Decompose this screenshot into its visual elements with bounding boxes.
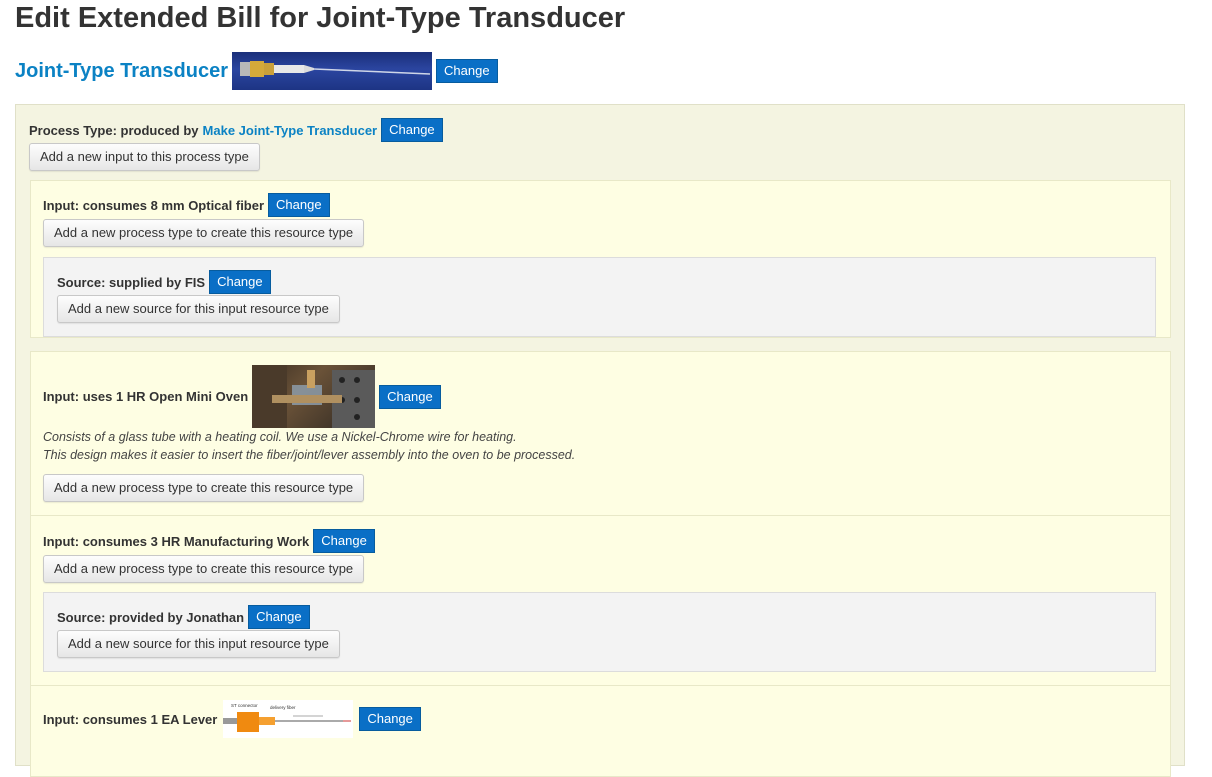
resource-photo[interactable] [232, 52, 433, 90]
source-label: Source: provided by Jonathan [57, 609, 245, 625]
diagram-label: delivery fiber [270, 705, 296, 710]
process-type-label: Process Type: produced by [29, 122, 199, 138]
lever-diagram[interactable]: ST connector delivery fiber [223, 700, 354, 738]
description-line: Consists of a glass tube with a heating … [43, 430, 517, 444]
change-input-button[interactable]: Change [359, 707, 421, 731]
add-source-button[interactable]: Add a new source for this input resource… [57, 295, 340, 323]
change-input-button[interactable]: Change [313, 529, 375, 553]
change-source-button[interactable]: Change [248, 605, 310, 629]
resource-header: Joint-Type Transducer Change [15, 52, 498, 90]
add-process-type-button[interactable]: Add a new process type to create this re… [43, 219, 365, 247]
add-input-button[interactable]: Add a new input to this process type [29, 143, 260, 171]
source-panel: Source: provided by Jonathan Change Add … [43, 592, 1156, 672]
input-panel: Input: uses 1 HR Open Mini Oven Change C… [30, 351, 1171, 516]
change-process-button[interactable]: Change [381, 118, 443, 142]
process-type-link[interactable]: Make Joint-Type Transducer [203, 123, 378, 138]
oven-photo[interactable] [252, 365, 376, 428]
change-input-button[interactable]: Change [268, 193, 330, 217]
input-label: Input: consumes 3 HR Manufacturing Work [43, 533, 310, 549]
input-label: Input: consumes 1 EA Lever [43, 711, 218, 727]
resource-link[interactable]: Joint-Type Transducer [15, 60, 228, 83]
change-source-button[interactable]: Change [209, 270, 271, 294]
add-process-type-button[interactable]: Add a new process type to create this re… [43, 555, 365, 583]
diagram-label: ST connector [231, 703, 258, 708]
add-source-button[interactable]: Add a new source for this input resource… [57, 630, 340, 658]
source-panel: Source: supplied by FIS Change Add a new… [43, 257, 1156, 337]
process-type-row: Process Type: produced by Make Joint-Typ… [29, 118, 443, 142]
change-input-button[interactable]: Change [379, 384, 441, 409]
description-line: This design makes it easier to insert th… [43, 448, 576, 462]
process-panel: Process Type: produced by Make Joint-Typ… [15, 104, 1185, 777]
page-title: Edit Extended Bill for Joint-Type Transd… [15, 2, 626, 34]
add-process-type-button[interactable]: Add a new process type to create this re… [43, 474, 365, 502]
input-label: Input: consumes 8 mm Optical fiber [43, 197, 265, 213]
input-label: Input: uses 1 HR Open Mini Oven [43, 389, 249, 404]
input-panel: Input: consumes 8 mm Optical fiber Chang… [30, 180, 1171, 338]
input-panel: Input: consumes 3 HR Manufacturing Work … [30, 515, 1171, 686]
source-label: Source: supplied by FIS [57, 274, 206, 290]
input-description: Consists of a glass tube with a heating … [43, 428, 575, 464]
input-panel: Input: consumes 1 EA Lever ST connector … [30, 685, 1171, 777]
change-resource-button[interactable]: Change [436, 59, 498, 83]
